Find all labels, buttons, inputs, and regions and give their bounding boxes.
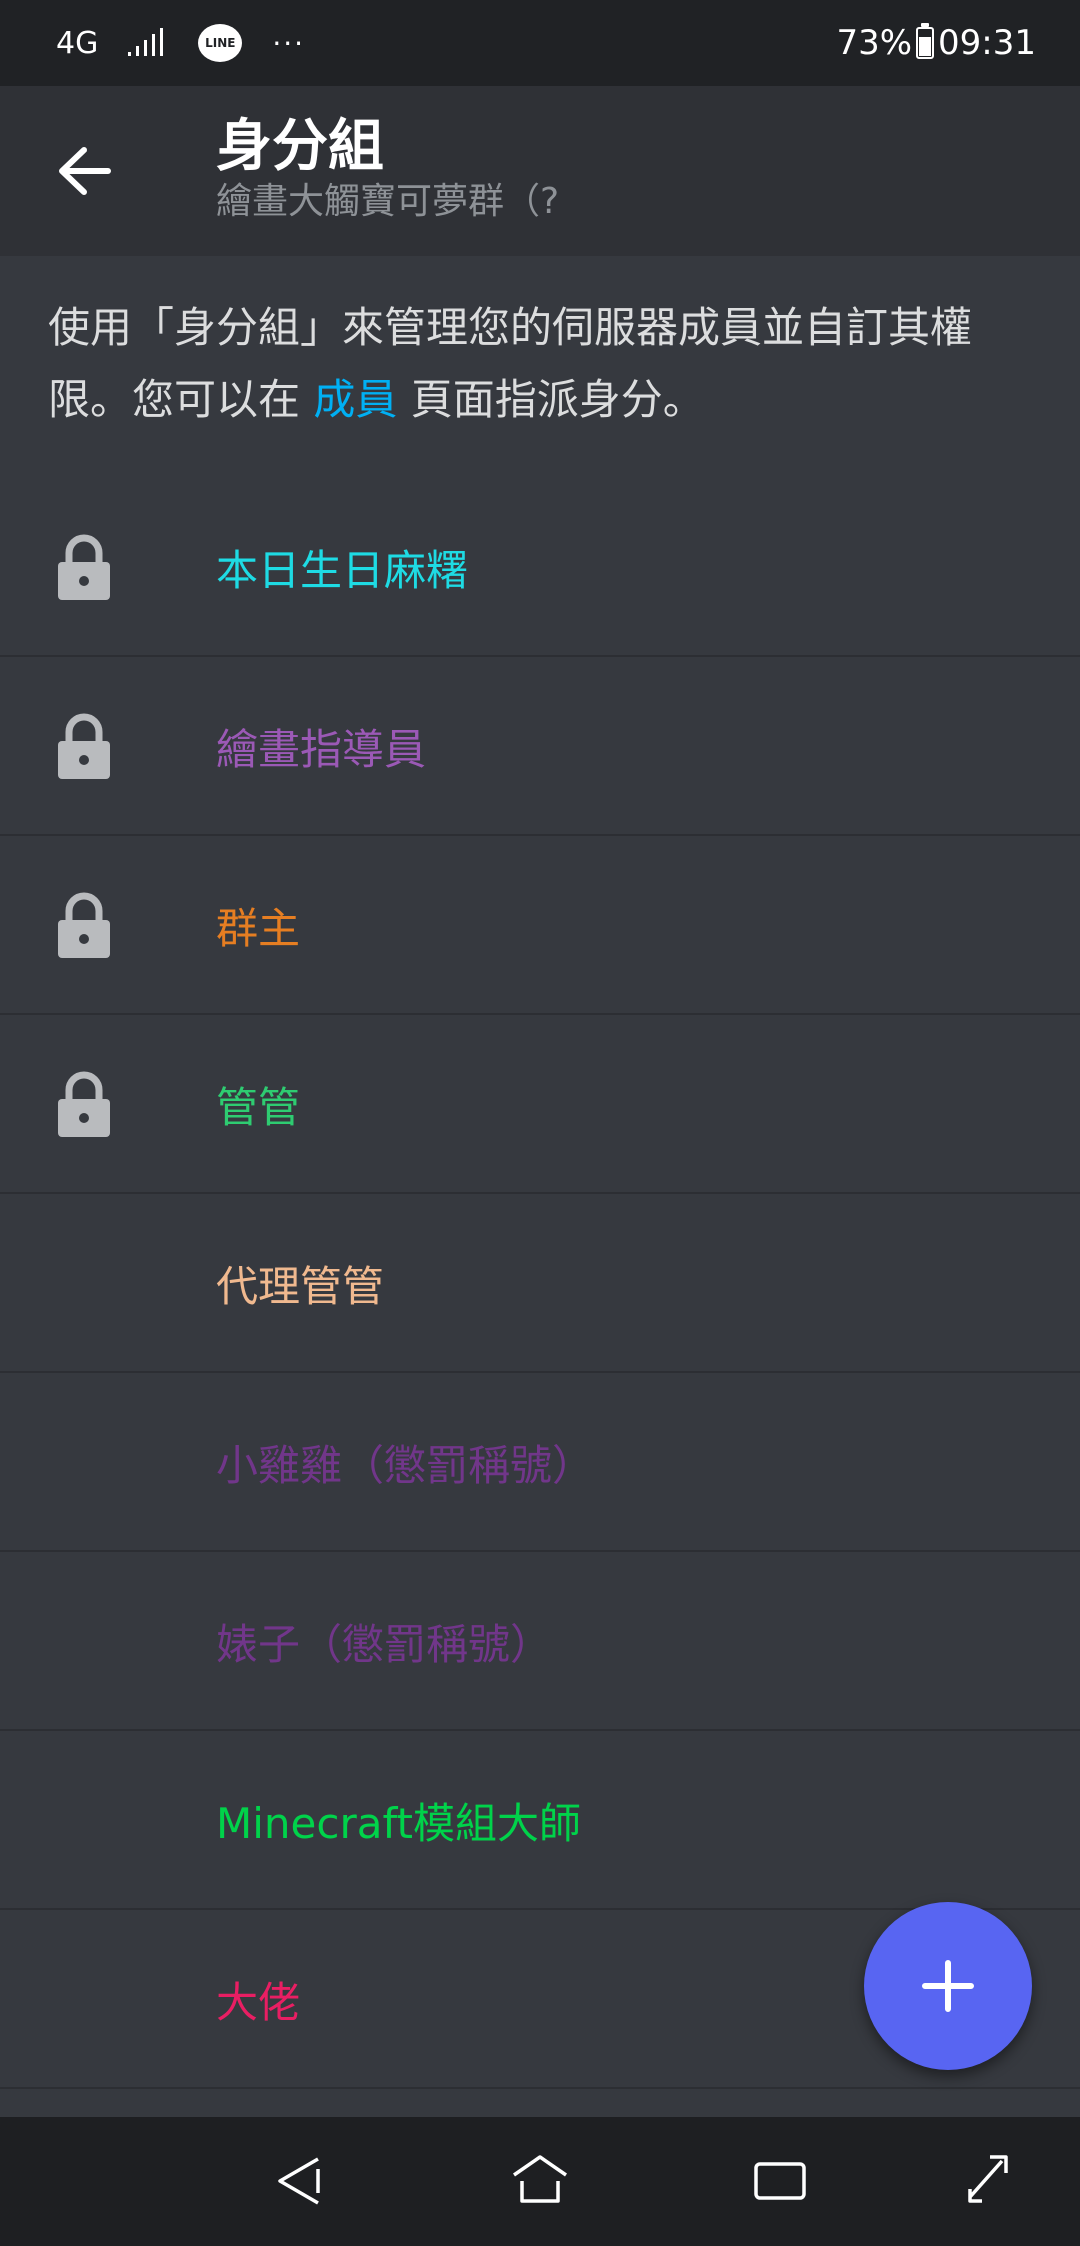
server-name-subtitle: 繪畫大觸寶可夢群（? (216, 181, 560, 222)
app-bar: 身分組 繪畫大觸寶可夢群（? (0, 86, 1080, 256)
role-name: 代理管管 (216, 1262, 385, 1311)
role-row[interactable]: 婊子（懲罰稱號） (0, 1552, 1080, 1731)
lock-icon (58, 534, 110, 600)
status-left: 4G LINE ··· (56, 0, 305, 86)
roles-description: 使用「身分組」來管理您的伺服器成員並自訂其權限。您可以在 成員 頁面指派身分。 (48, 292, 1008, 436)
battery-level-fill (919, 37, 932, 56)
description-text-end: 頁面指派身分。 (397, 375, 705, 424)
nav-home-button[interactable] (500, 2141, 580, 2221)
home-icon (513, 2155, 567, 2203)
page-title: 身分組 (216, 114, 384, 179)
system-nav-bar (0, 2117, 1080, 2246)
nav-recents-button[interactable] (740, 2141, 820, 2221)
roles-screen: 4G LINE ··· 73% 09:31 身分組 繪畫大觸寶可夢群（? 使用「… (0, 0, 1080, 2246)
expand-icon (968, 2155, 1008, 2203)
back-triangle-icon (278, 2157, 320, 2205)
role-name: 婊子（懲罰稱號） (216, 1620, 553, 1669)
status-right: 73% 09:31 (836, 0, 1036, 86)
clock: 09:31 (938, 23, 1036, 63)
battery-percent: 73% (836, 23, 913, 63)
lock-icon (58, 1071, 110, 1137)
network-type: 4G (56, 25, 99, 61)
more-notifications-icon: ··· (272, 26, 306, 60)
role-name: 小雞雞（懲罰稱號） (216, 1441, 595, 1490)
line-app-icon: LINE (198, 24, 243, 62)
role-row[interactable]: 管管 (0, 1015, 1080, 1194)
recents-icon (754, 2162, 806, 2200)
role-row[interactable]: Minecraft模組大師 (0, 1731, 1080, 1910)
title-block: 身分組 繪畫大觸寶可夢群（? (216, 114, 1040, 224)
lock-icon (58, 892, 110, 958)
role-name: 群主 (216, 904, 301, 953)
status-bar: 4G LINE ··· 73% 09:31 (0, 0, 1080, 86)
role-name: Minecraft模組大師 (216, 1799, 581, 1848)
nav-expand-button[interactable] (946, 2141, 1026, 2221)
role-row[interactable]: 代理管管 (0, 1194, 1080, 1373)
plus-icon (922, 1960, 974, 2012)
role-name: 大佬 (216, 1978, 301, 2027)
back-button[interactable] (44, 126, 124, 216)
battery-icon (916, 23, 935, 59)
role-row[interactable]: 繪畫指導員 (0, 657, 1080, 836)
role-name: 管管 (216, 1083, 301, 1132)
lock-icon (58, 713, 110, 779)
signal-icon (128, 28, 164, 56)
role-name: 繪畫指導員 (216, 725, 427, 774)
role-name: 本日生日麻糬 (216, 546, 469, 595)
add-role-button[interactable] (864, 1902, 1032, 2070)
role-row[interactable]: 本日生日麻糬 (0, 478, 1080, 657)
arrow-left-icon (59, 147, 111, 195)
members-link[interactable]: 成員 (313, 375, 397, 424)
nav-back-button[interactable] (262, 2141, 342, 2221)
role-row[interactable]: 群主 (0, 836, 1080, 1015)
role-row[interactable]: 小雞雞（懲罰稱號） (0, 1373, 1080, 1552)
